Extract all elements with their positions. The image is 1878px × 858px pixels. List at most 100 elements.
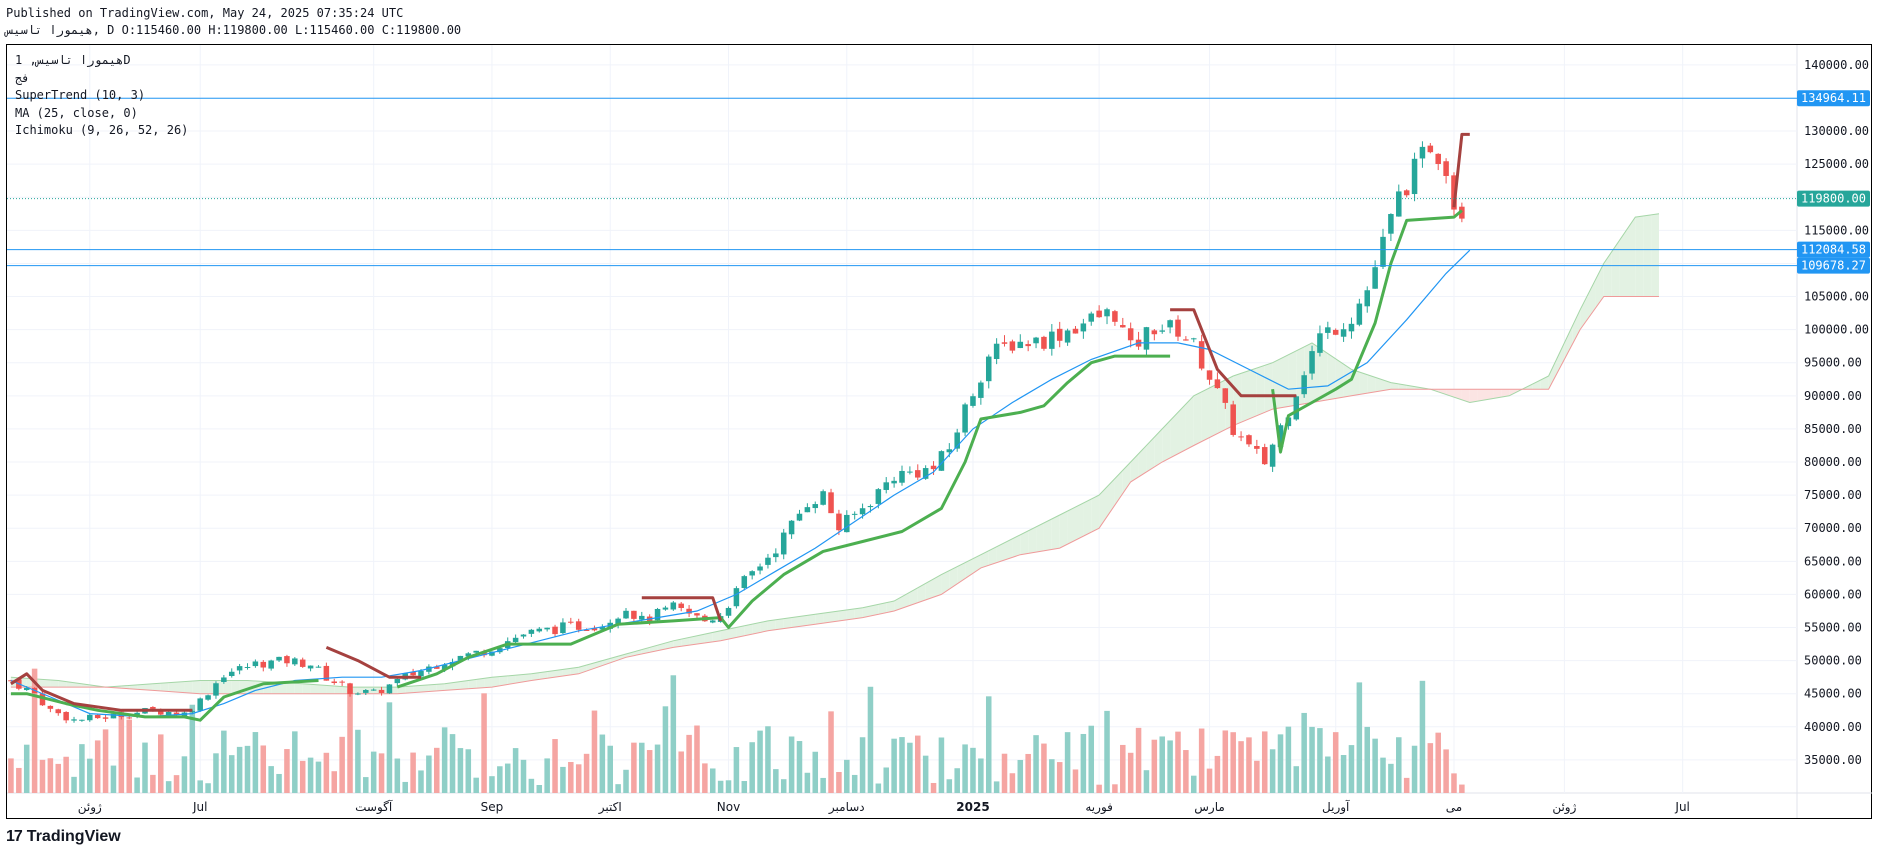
price-chart[interactable]: 35000.00 40000.00 45000.00 50000.00 55000.00…	[0, 0, 1878, 858]
y-tick-label: 115000.00	[1804, 223, 1869, 237]
volume-bar	[63, 756, 69, 793]
volume-bar	[1143, 770, 1150, 793]
candle-body	[1033, 337, 1039, 344]
cloud-segment	[184, 681, 193, 694]
candle-body	[1427, 145, 1434, 153]
volume-bar	[481, 693, 487, 793]
volume-bar	[16, 767, 22, 793]
volume-bar	[1372, 738, 1378, 793]
cloud-segment	[1359, 372, 1368, 395]
volume-bar	[1088, 725, 1095, 793]
candle-body	[820, 491, 826, 505]
volume-bar	[71, 776, 77, 793]
volume-bar	[1348, 745, 1355, 793]
volume-bar	[457, 748, 464, 793]
candle-body	[749, 571, 755, 576]
candle-body	[709, 620, 716, 623]
cloud-segment	[1256, 365, 1265, 416]
volume-bar	[1309, 726, 1315, 793]
volume-bar	[1214, 755, 1221, 793]
candle-body	[1120, 325, 1126, 328]
candle-body	[836, 513, 842, 531]
volume-bar	[165, 781, 172, 793]
candle-body	[1411, 158, 1418, 195]
candle-body	[1419, 146, 1426, 159]
x-tick-label: Sep	[481, 800, 504, 814]
candle-body	[1293, 396, 1300, 420]
volume-bar	[725, 780, 732, 793]
cloud-segment	[1083, 499, 1092, 537]
candle-body	[292, 658, 298, 665]
candle-body	[804, 507, 811, 513]
cloud-segment	[807, 614, 816, 626]
cloud-segment	[1627, 217, 1636, 297]
candle-body	[236, 666, 243, 671]
volume-bar	[1230, 732, 1236, 793]
volume-bar	[1403, 777, 1410, 793]
volume-bar	[985, 696, 992, 793]
volume-bar	[497, 766, 503, 793]
volume-bar	[1080, 733, 1087, 793]
cloud-segment	[831, 611, 839, 622]
candle-body	[773, 553, 779, 558]
volume-bar	[150, 774, 156, 793]
cloud-segment	[436, 683, 445, 691]
candle-body	[1151, 330, 1158, 335]
legend-exchange: فج	[15, 70, 30, 85]
cloud-segment	[767, 619, 776, 631]
volume-bar	[1443, 749, 1449, 793]
candle-body	[512, 637, 519, 643]
candle-body	[1080, 323, 1087, 332]
candle-body	[733, 588, 740, 607]
tradingview-logo-icon: 17	[6, 828, 23, 845]
cloud-segment	[1564, 326, 1573, 360]
legend-symbol-interval[interactable]: هیمورا تاسیس, 1D	[15, 52, 188, 70]
candle-body	[1301, 375, 1307, 395]
candle-body	[394, 678, 401, 684]
legend-ma[interactable]: MA (25, close, 0)	[15, 105, 188, 123]
candle-body	[725, 607, 732, 616]
candle-body	[260, 661, 267, 668]
volume-bar	[110, 765, 117, 793]
volume-bar	[307, 757, 314, 793]
volume-bar	[552, 739, 558, 793]
candle-body	[1025, 344, 1031, 347]
cloud-segment	[1193, 391, 1202, 446]
tradingview-logo[interactable]: 17 TradingView	[6, 828, 121, 846]
volume-bar	[221, 730, 227, 793]
cloud-segment	[1154, 428, 1163, 467]
volume-bar	[1167, 740, 1173, 793]
volume-bar	[370, 751, 377, 793]
candle-body	[788, 520, 795, 535]
y-tick-label: 95000.00	[1804, 356, 1862, 370]
x-tick-label: آگوست	[355, 799, 393, 815]
x-tick-label: مارس	[1194, 800, 1225, 815]
legend-ichimoku[interactable]: Ichimoku (9, 26, 52, 26)	[15, 122, 188, 140]
volume-bar	[544, 758, 550, 793]
volume-bar	[1246, 737, 1252, 793]
y-tick-label: 40000.00	[1804, 720, 1862, 734]
cloud-segment	[42, 679, 51, 688]
volume-bar	[686, 734, 692, 793]
cloud-segment	[1469, 389, 1478, 403]
volume-bar	[836, 771, 842, 793]
cloud-segment	[286, 682, 295, 694]
cloud-segment	[1651, 213, 1659, 297]
cloud-segment	[50, 679, 59, 688]
legend-supertrend[interactable]: SuperTrend (10, 3)	[15, 87, 188, 105]
cloud-segment	[484, 677, 492, 688]
volume-bar	[607, 745, 613, 793]
candle-body	[1001, 342, 1008, 344]
candle-body	[780, 532, 787, 555]
cloud-segment	[1477, 389, 1486, 402]
candle-body	[87, 714, 93, 721]
volume-bar	[1198, 728, 1205, 793]
volume-bar	[102, 729, 109, 793]
candle-body	[694, 613, 700, 616]
volume-bar	[631, 742, 637, 793]
volume-bar	[954, 768, 960, 793]
volume-bar	[465, 749, 472, 793]
y-tick-label: 105000.00	[1804, 290, 1869, 304]
volume-bar	[773, 769, 779, 793]
volume-bar	[489, 776, 495, 793]
